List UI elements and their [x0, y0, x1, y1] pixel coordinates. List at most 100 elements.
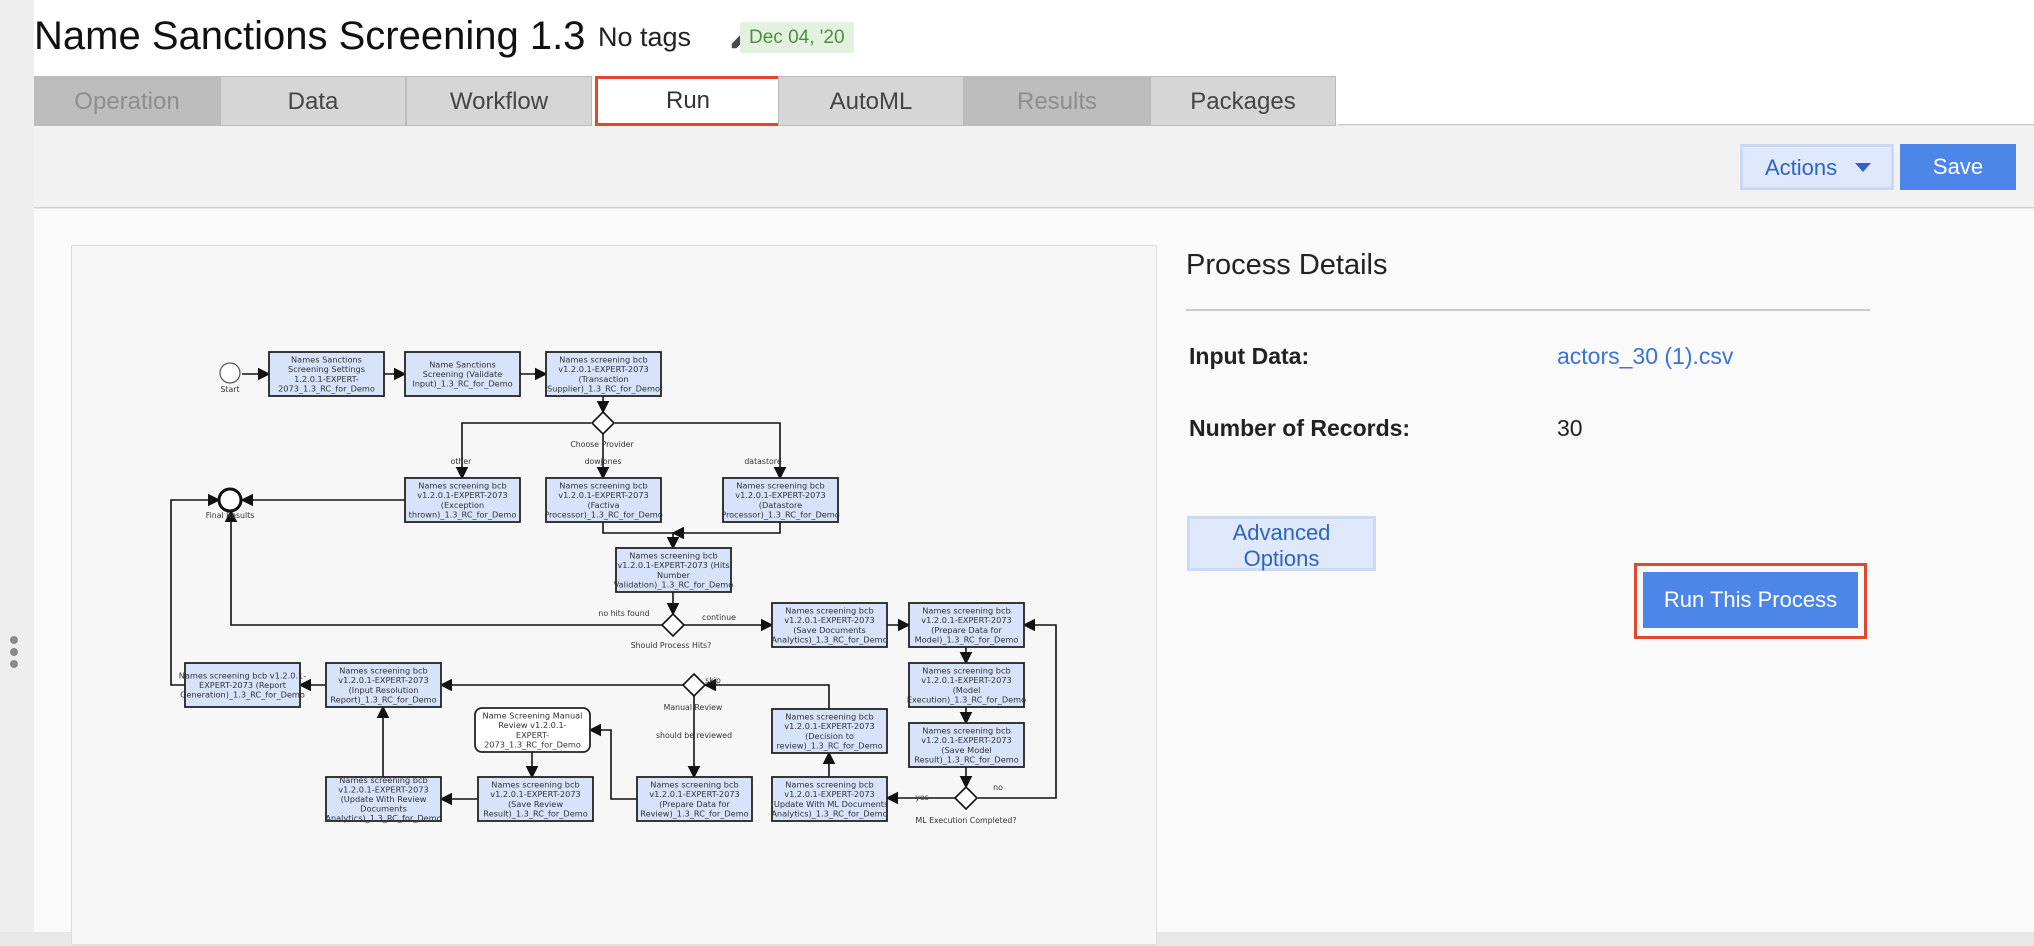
task-label: Processor)_1.3_RC_for_Demo [721, 509, 840, 519]
records-label: Number of Records: [1189, 415, 1411, 441]
task-label: v1.2.0.1-EXPERT-2073 [649, 789, 739, 799]
edge [671, 522, 781, 540]
task-label: review)_1.3_RC_for_Demo [776, 740, 882, 750]
task-label: Number [657, 570, 691, 580]
task-label: Names screening bcb [559, 355, 647, 365]
edge [588, 723, 637, 800]
task-label: Validation)_1.3_RC_for_Demo [614, 579, 734, 589]
label-dowjones: dowjones [585, 457, 622, 466]
input-data-label: Input Data: [1189, 343, 1310, 369]
start-event [219, 362, 241, 384]
gateway-choose-provider [590, 410, 616, 436]
task-label: Analytics)_1.3_RC_for_Demo [325, 813, 441, 823]
label-no-hits: no hits found [598, 609, 649, 618]
tab-workflow[interactable]: Workflow [406, 76, 592, 126]
task-label: Analytics)_1.3_RC_for_Demo [771, 634, 887, 644]
task-label: Names screening bcb [785, 606, 873, 616]
task-label: Analytics)_1.3_RC_for_Demo [771, 808, 887, 818]
task-label: Processor)_1.3_RC_for_Demo [544, 509, 663, 519]
task-label: v1.2.0.1-EXPERT-2073 [558, 490, 648, 500]
edge [615, 422, 787, 480]
task-label: (Prepare Data for [931, 625, 1002, 635]
edge [170, 493, 221, 686]
label-final-results: Final Results [206, 511, 255, 520]
edge [703, 678, 830, 709]
input-file-link[interactable]: actors_30 (1).csv [1557, 343, 1733, 369]
tab-operation[interactable]: Operation [34, 76, 220, 126]
task-label: Review)_1.3_RC_for_Demo [640, 808, 748, 818]
tab-data[interactable]: Data [220, 76, 406, 126]
task-label: v1.2.0.1-EXPERT-2073 [338, 675, 428, 685]
gateway-manual-review [681, 672, 707, 698]
toolbar: Actions Save [34, 126, 2034, 208]
task-label: Names screening bcb [785, 712, 873, 722]
process-details-title: Process Details [1186, 249, 1388, 281]
task-label: Names screening bcb [650, 780, 738, 790]
task-label: Result)_1.3_RC_for_Demo [914, 754, 1018, 764]
workflow-diagram[interactable]: Names Sanctions Screening Settings 1.2.0.1… [71, 245, 1157, 945]
date-badge: Dec 04, '20 [740, 22, 854, 53]
task-label: (Save Documents [793, 625, 866, 635]
label-manual-review: Manual Review [664, 703, 723, 712]
task-label: v1.2.0.1-EXPERT-2073 [921, 675, 1011, 685]
task-label: Names screening bcb [922, 726, 1010, 736]
task-label: Names screening bcb [339, 775, 427, 785]
edge [224, 509, 662, 626]
task-label: (Update With Review [341, 794, 427, 804]
task-label: (Input Resolution [349, 685, 419, 695]
label-no: no [993, 783, 1003, 792]
task-label: Names screening bcb [559, 481, 647, 491]
task-label: 2073_1.3_RC_for_Demo [484, 739, 581, 749]
task-label: v1.2.0.1-EXPERT-2073 [338, 784, 428, 794]
task-label: thrown)_1.3_RC_for_Demo [409, 509, 517, 519]
end-event [217, 487, 243, 513]
task-label: v1.2.0.1-EXPERT-2073 [921, 735, 1011, 745]
edge [455, 422, 591, 480]
tab-results[interactable]: Results [964, 76, 1150, 126]
task-label: v1.2.0.1-EXPERT-2073 [921, 615, 1011, 625]
task-label: Name Sanctions [429, 359, 496, 369]
task-label: Report)_1.3_RC_for_Demo [330, 694, 436, 704]
tab-packages[interactable]: Packages [1150, 76, 1336, 126]
label-choose-provider: Choose Provider [570, 440, 634, 449]
task-label: Names screening bcb [491, 780, 579, 790]
task-label: Names screening bcb [339, 666, 427, 676]
tab-run[interactable]: Run [595, 76, 781, 126]
details-divider [1186, 309, 1870, 311]
task-label: 1.2.0.1-EXPERT- [294, 374, 359, 384]
task-label: Names screening bcb [922, 606, 1010, 616]
tags-label: No tags [598, 22, 692, 52]
tab-automl[interactable]: AutoML [778, 76, 964, 126]
edge [978, 618, 1057, 799]
run-process-button[interactable]: Run This Process [1643, 572, 1858, 628]
task-label: Result)_1.3_RC_for_Demo [483, 808, 587, 818]
task-label: (Update With ML Documents [771, 799, 889, 809]
task-label: (Factiva [587, 500, 619, 510]
records-value: 30 [1557, 415, 1583, 441]
gateway-should-process [660, 612, 686, 638]
task-label: Documents [360, 804, 407, 814]
task-label: Screening Settings [288, 364, 365, 374]
label-datastore: datastore [744, 457, 781, 466]
workflow-diagram-canvas: Names SanctionsScreening Settings1.2.0.1… [170, 351, 1057, 825]
advanced-options-button[interactable]: Advanced Options [1187, 516, 1376, 571]
actions-label: Actions [1765, 155, 1838, 180]
actions-dropdown[interactable]: Actions [1740, 144, 1894, 190]
label-other: other [451, 457, 473, 466]
left-rail [0, 0, 34, 932]
task-label: v1.2.0.1-EXPERT-2073 [784, 789, 874, 799]
task-label: v1.2.0.1-EXPERT-2073 [558, 364, 648, 374]
task-label: v1.2.0.1-EXPERT-2073 [784, 615, 874, 625]
drag-handle-icon[interactable] [10, 636, 20, 672]
page-title: Name Sanctions Screening 1.3 [34, 14, 586, 58]
label-continue: continue [702, 613, 736, 622]
task-label: (Prepare Data for [659, 799, 730, 809]
task-label: Names screening bcb [785, 780, 873, 790]
task-label: (Datastore [759, 500, 802, 510]
task-label: v1.2.0.1-EXPERT-2073 [490, 789, 580, 799]
task-label: Screening (Validate [423, 369, 503, 379]
gateway-ml-completed [953, 785, 979, 811]
save-button[interactable]: Save [1900, 144, 2016, 190]
task-label: v1.2.0.1-EXPERT-2073 (Hits [617, 560, 729, 570]
run-content: Names Sanctions Screening Settings 1.2.0.1… [34, 209, 2034, 945]
